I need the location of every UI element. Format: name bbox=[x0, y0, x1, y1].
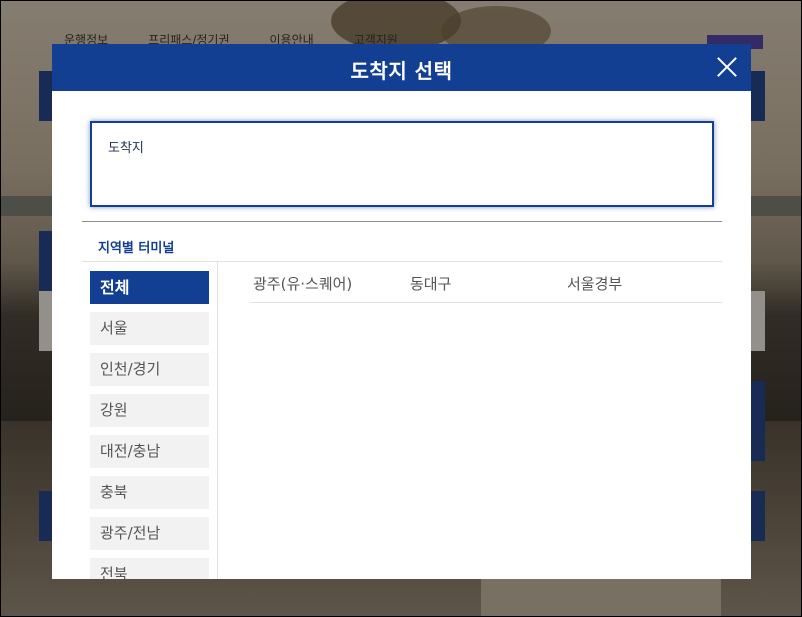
destination-field[interactable]: 도착지 bbox=[90, 121, 714, 207]
region-tab-gwangju-jeonnam[interactable]: 광주/전남 bbox=[90, 517, 209, 550]
region-list: 전체 서울 인천/경기 강원 대전/충남 충북 광주/전남 전북 bbox=[82, 262, 218, 579]
terminal-item[interactable]: 서울경부 bbox=[567, 273, 622, 294]
region-tab-chungbuk[interactable]: 충북 bbox=[90, 476, 209, 509]
region-tab-jeonbuk[interactable]: 전북 bbox=[90, 558, 209, 579]
destination-placeholder: 도착지 bbox=[108, 141, 144, 156]
terminal-list: 광주(유·스퀘어) 동대구 서울경부 bbox=[250, 262, 722, 303]
terminal-item[interactable]: 동대구 bbox=[410, 273, 451, 294]
region-tab-daejeon-chungnam[interactable]: 대전/충남 bbox=[90, 435, 209, 468]
terminal-item[interactable]: 광주(유·스퀘어) bbox=[253, 273, 352, 294]
region-tab-gangwon[interactable]: 강원 bbox=[90, 394, 209, 427]
region-tab-all[interactable]: 전체 bbox=[90, 271, 209, 304]
terminal-area: 전체 서울 인천/경기 강원 대전/충남 충북 광주/전남 전북 광주(유·스퀘… bbox=[82, 261, 722, 579]
section-divider bbox=[82, 221, 722, 222]
region-tab-seoul[interactable]: 서울 bbox=[90, 312, 209, 345]
section-title: 지역별 터미널 bbox=[98, 241, 175, 256]
modal-title: 도착지 선택 bbox=[350, 59, 453, 83]
close-icon[interactable] bbox=[715, 55, 739, 79]
region-tab-incheon-gyeonggi[interactable]: 인천/경기 bbox=[90, 353, 209, 386]
modal-header: 도착지 선택 bbox=[52, 44, 751, 91]
destination-modal: 도착지 선택 도착지 지역별 터미널 전체 서울 인천/경기 강원 대전/충남 … bbox=[52, 44, 751, 579]
